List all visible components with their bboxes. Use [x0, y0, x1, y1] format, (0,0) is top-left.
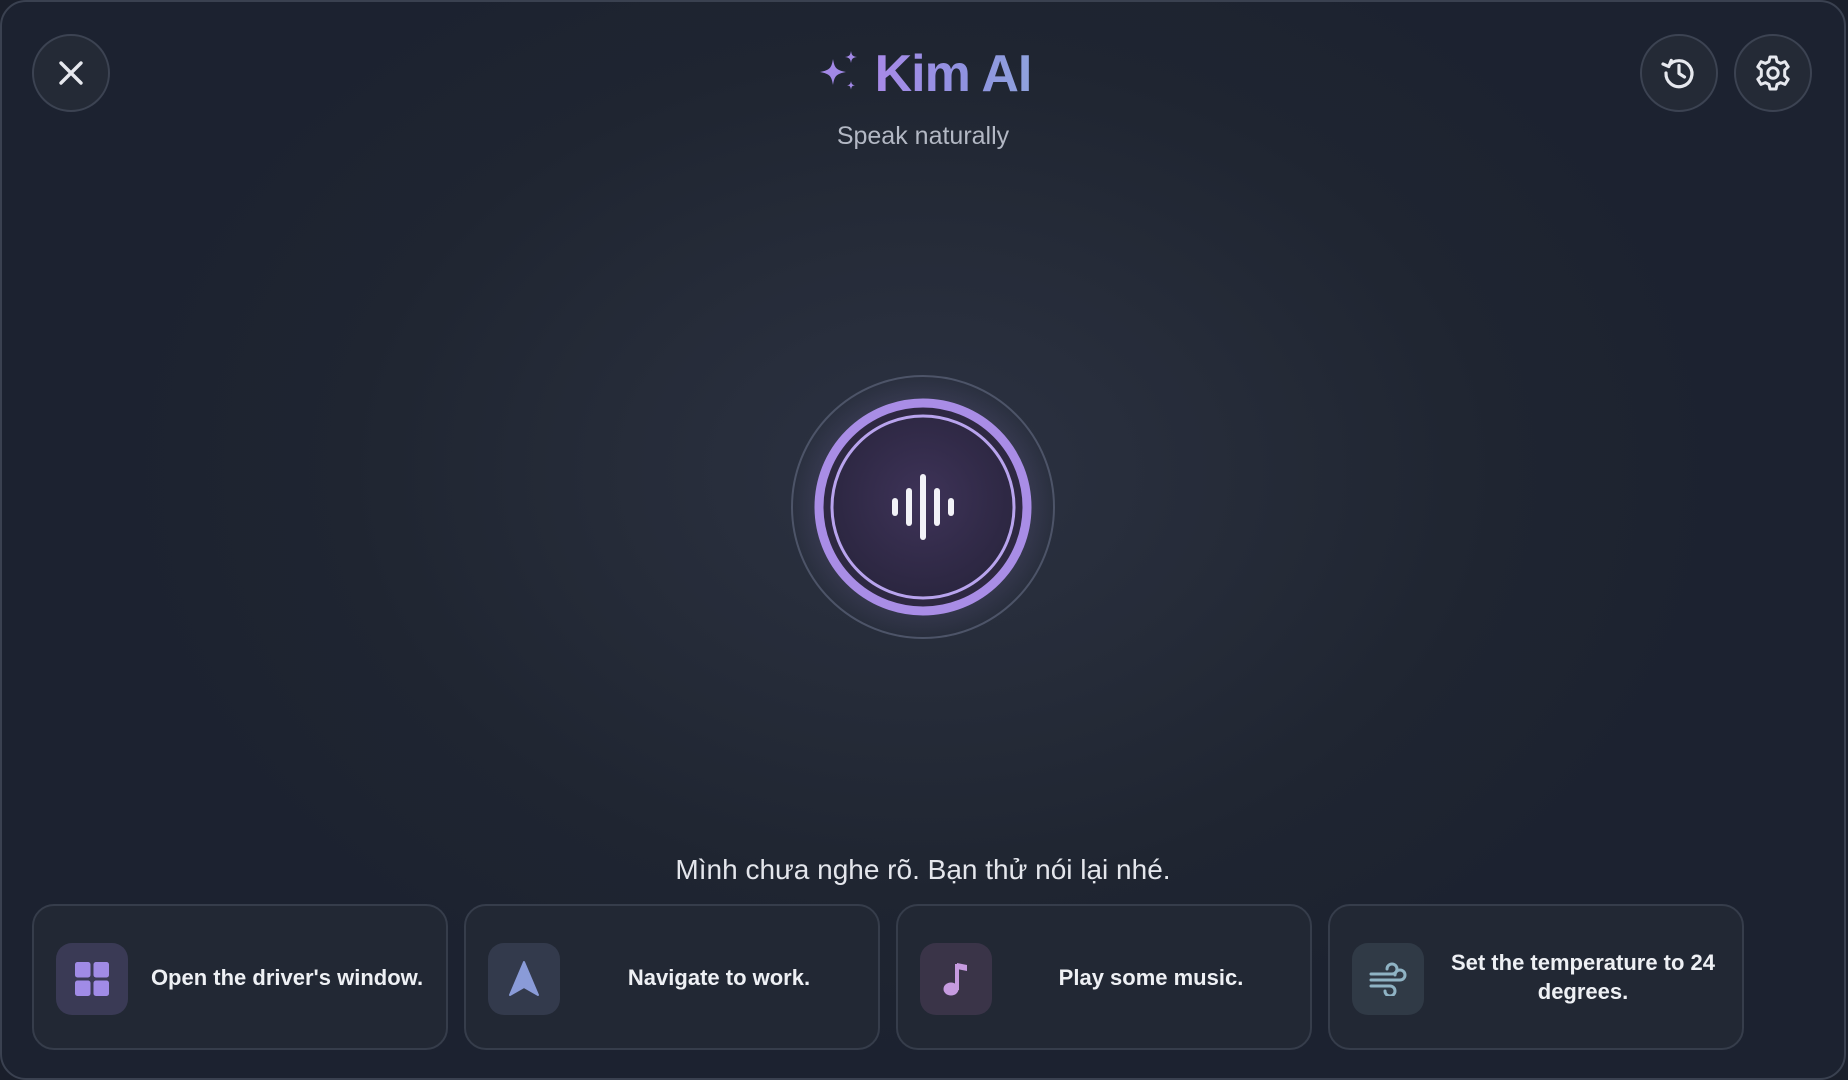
settings-button[interactable]	[1734, 34, 1812, 112]
sparkle-icon	[815, 49, 861, 100]
suggestion-label: Play some music.	[1058, 964, 1244, 990]
music-note-icon	[920, 943, 992, 1015]
suggestion-card-music[interactable]: Play some music.	[896, 904, 1312, 1050]
header-title-group: Kim AI	[2, 44, 1844, 104]
suggestion-label: Open the driver's window.	[150, 964, 424, 990]
gear-icon	[1753, 53, 1793, 93]
suggestion-label: Set the temperature to 24 degrees.	[1450, 950, 1716, 1004]
suggestion-list: Open the driver's window. Navigate to wo…	[32, 904, 1744, 1050]
history-icon	[1659, 53, 1699, 93]
subtitle: Speak naturally	[836, 122, 1010, 150]
assistant-panel: Kim AI Speak naturally Mình chưa nghe rõ…	[0, 0, 1846, 1080]
suggestion-card-open-window[interactable]: Open the driver's window.	[32, 904, 448, 1050]
suggestion-card-navigate[interactable]: Navigate to work.	[464, 904, 880, 1050]
fan-wind-icon	[1352, 943, 1424, 1015]
voice-orb-button[interactable]	[790, 374, 1056, 640]
navigation-arrow-icon	[488, 943, 560, 1015]
app-title: Kim AI	[874, 45, 1033, 103]
suggestion-card-temperature[interactable]: Set the temperature to 24 degrees.	[1328, 904, 1744, 1050]
suggestion-label: Navigate to work.	[627, 964, 811, 990]
history-button[interactable]	[1640, 34, 1718, 112]
window-grid-icon	[56, 943, 128, 1015]
status-message: Mình chưa nghe rõ. Bạn thử nói lại nhé.	[675, 854, 1171, 885]
